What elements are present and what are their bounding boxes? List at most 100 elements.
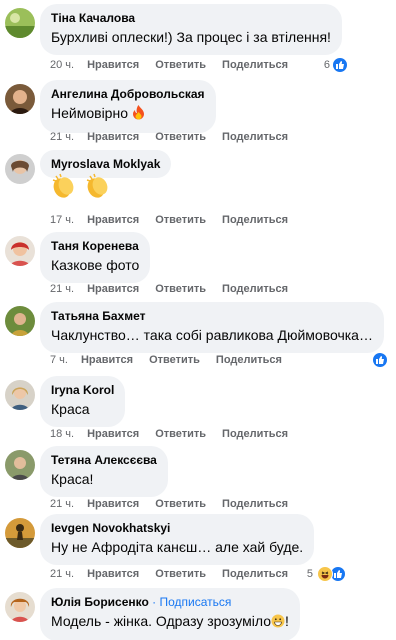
comment-time[interactable]: 21 ч.: [50, 131, 74, 143]
comment-bubble: Ангелина Добровольская Неймовірно: [40, 80, 216, 133]
like-button[interactable]: Нравится: [87, 428, 139, 440]
avatar[interactable]: [5, 306, 35, 336]
reply-button[interactable]: Ответить: [155, 131, 206, 143]
avatar[interactable]: [5, 84, 35, 114]
avatar[interactable]: [5, 236, 35, 266]
comment-author[interactable]: Myroslava Moklyak: [51, 156, 160, 172]
reply-button[interactable]: Ответить: [155, 498, 206, 510]
clap-emojis: [50, 172, 114, 205]
comment-item: Iryna Korol Краса 18 ч. Нравится Ответить П…: [0, 376, 396, 440]
comment-actions: 21 ч. Нравится Ответить Поделиться: [50, 567, 304, 581]
share-button[interactable]: Поделиться: [222, 428, 288, 440]
reply-button[interactable]: Ответить: [155, 568, 206, 580]
comment-text: Бурхливі оплески!) За процес і за втілен…: [51, 29, 331, 45]
avatar-woman-dark-hair-icon: [5, 84, 35, 114]
avatar-woman-curly-icon: [5, 592, 35, 622]
comment-item: Тіна Качалова Бурхливі оплески!) За проц…: [0, 4, 396, 74]
comment-item: Таня Коренева Казкове фото 21 ч. Нравится…: [0, 232, 396, 296]
like-button[interactable]: Нравится: [87, 59, 139, 71]
reply-button[interactable]: Ответить: [155, 428, 206, 440]
comment-author[interactable]: Iryna Korol: [51, 382, 114, 398]
share-button[interactable]: Поделиться: [222, 283, 288, 295]
avatar-woman-blonde-icon: [5, 380, 35, 410]
comment-actions: 21 ч. Нравится Ответить Поделиться: [50, 130, 304, 144]
reaction-summary[interactable]: 5: [307, 565, 346, 583]
comment-time[interactable]: 7 ч.: [50, 354, 68, 366]
comment-item: Тетяна Алексєєва Краса! 21 ч. Нравится Отв…: [0, 446, 396, 510]
like-icon: [332, 57, 348, 73]
avatar-man-sunset-icon: [5, 518, 35, 548]
like-button[interactable]: Нравится: [81, 354, 133, 366]
comment-text-suffix: !: [285, 613, 289, 629]
comment-item: Татьяна Бахмет Чаклунство… така собі рав…: [0, 302, 396, 372]
like-button[interactable]: Нравится: [87, 498, 139, 510]
comment-text: Модель - жінка. Одразу зрозуміло!: [51, 612, 289, 633]
like-button[interactable]: Нравится: [87, 131, 139, 143]
share-button[interactable]: Поделиться: [222, 59, 288, 71]
follow-button[interactable]: Подписаться: [159, 595, 231, 609]
avatar-woman-portrait-icon: [5, 154, 35, 184]
comment-author[interactable]: Татьяна Бахмет: [51, 308, 373, 324]
comment-bubble: Тетяна Алексєєва Краса!: [40, 446, 168, 497]
comment-bubble: Тіна Качалова Бурхливі оплески!) За проц…: [40, 4, 342, 55]
comments-list: Тіна Качалова Бурхливі оплески!) За проц…: [0, 0, 396, 640]
comment-author: Юлія Борисенко · Подписаться: [51, 594, 289, 610]
comment-time[interactable]: 17 ч.: [50, 214, 74, 226]
reply-button[interactable]: Ответить: [149, 354, 200, 366]
comment-author[interactable]: Ievgen Novokhatskyi: [51, 520, 303, 536]
comment-bubble: Татьяна Бахмет Чаклунство… така собі рав…: [40, 302, 384, 353]
follow-separator: ·: [148, 595, 160, 609]
comment-text: Казкове фото: [51, 257, 140, 273]
comment-bubble: Юлія Борисенко · Подписаться Модель - жі…: [40, 588, 300, 640]
comment-item: Юлія Борисенко · Подписаться Модель - жі…: [0, 588, 396, 640]
comment-time[interactable]: 21 ч.: [50, 498, 74, 510]
avatar[interactable]: [5, 8, 35, 38]
comment-author-name[interactable]: Юлія Борисенко: [51, 595, 149, 609]
comment-time[interactable]: 20 ч.: [50, 59, 74, 71]
comment-time[interactable]: 18 ч.: [50, 428, 74, 440]
avatar[interactable]: [5, 154, 35, 184]
comment-time[interactable]: 21 ч.: [50, 568, 74, 580]
avatar[interactable]: [5, 450, 35, 480]
comment-text-content: Неймовірно: [51, 105, 128, 121]
clapping-hands-icon: [50, 172, 78, 205]
reply-button[interactable]: Ответить: [155, 59, 206, 71]
comment-actions: 20 ч. Нравится Ответить Поделиться: [50, 58, 304, 72]
comment-author[interactable]: Тіна Качалова: [51, 10, 331, 26]
comment-text: Краса!: [51, 471, 94, 487]
comment-author[interactable]: Ангелина Добровольская: [51, 86, 205, 102]
like-button[interactable]: Нравится: [87, 283, 139, 295]
avatar[interactable]: [5, 518, 35, 548]
comment-time[interactable]: 21 ч.: [50, 283, 74, 295]
comment-text: Неймовірно: [51, 104, 205, 125]
avatar-woman-red-icon: [5, 236, 35, 266]
share-button[interactable]: Поделиться: [222, 131, 288, 143]
reply-button[interactable]: Ответить: [155, 214, 206, 226]
reaction-summary[interactable]: [372, 351, 388, 369]
reaction-summary[interactable]: 6: [324, 56, 348, 74]
comment-text: Чаклунство… така собі равликова Дюймовоч…: [51, 327, 373, 343]
haha-icon: [317, 566, 333, 582]
comment-item: Ангелина Добровольская Неймовірно 21 ч. Н…: [0, 80, 396, 144]
fire-icon: [132, 105, 145, 125]
comment-author[interactable]: Таня Коренева: [51, 238, 139, 254]
share-button[interactable]: Поделиться: [222, 214, 288, 226]
share-button[interactable]: Поделиться: [222, 568, 288, 580]
comment-actions: 18 ч. Нравится Ответить Поделиться: [50, 427, 304, 441]
like-icon: [372, 352, 388, 368]
share-button[interactable]: Поделиться: [222, 498, 288, 510]
comment-bubble: Ievgen Novokhatskyi Ну не Афродіта канєш…: [40, 514, 315, 565]
comment-item: Ievgen Novokhatskyi Ну не Афродіта канєш…: [0, 514, 396, 584]
reply-button[interactable]: Ответить: [155, 283, 206, 295]
comment-actions: 7 ч. Нравится Ответить Поделиться: [50, 353, 298, 367]
comment-author[interactable]: Тетяна Алексєєва: [51, 452, 157, 468]
like-button[interactable]: Нравится: [87, 568, 139, 580]
avatar[interactable]: [5, 380, 35, 410]
share-button[interactable]: Поделиться: [216, 354, 282, 366]
avatar[interactable]: [5, 592, 35, 622]
comment-bubble: Таня Коренева Казкове фото: [40, 232, 151, 283]
avatar-green-landscape-icon: [5, 8, 35, 38]
reaction-count: 5: [306, 568, 313, 580]
clapping-hands-icon: [84, 172, 112, 205]
like-button[interactable]: Нравится: [87, 214, 139, 226]
